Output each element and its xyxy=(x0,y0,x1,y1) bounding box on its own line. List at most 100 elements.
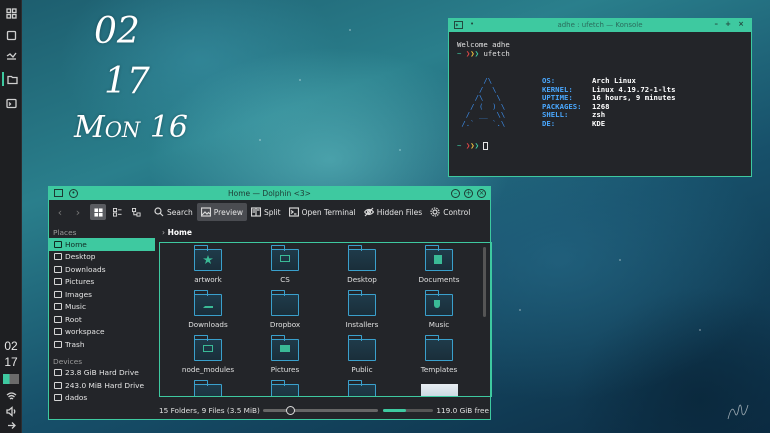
minimize-icon[interactable]: – xyxy=(451,189,460,198)
compact-view-button[interactable] xyxy=(109,204,125,220)
file-item-downloads[interactable]: Downloads xyxy=(170,290,246,329)
search-button[interactable]: Search xyxy=(150,203,197,221)
places-panel: Places Home Desktop Downloads Pictures I… xyxy=(49,224,156,419)
maximize-icon[interactable]: + xyxy=(725,20,731,28)
split-icon xyxy=(250,207,261,217)
music-icon xyxy=(54,303,62,311)
grid-icon[interactable] xyxy=(4,6,18,20)
file-item-partial[interactable] xyxy=(247,380,323,396)
file-item-artwork[interactable]: artwork xyxy=(170,245,246,284)
folder-icon xyxy=(424,245,453,271)
zoom-slider[interactable] xyxy=(263,406,378,415)
fetch-info: OS: Arch Linux KERNEL: Linux 4.19.72-1-lts… xyxy=(542,76,675,129)
file-item-partial[interactable] xyxy=(324,380,400,396)
window-icon[interactable] xyxy=(4,28,18,42)
dolphin-title: Home — Dolphin <3> xyxy=(228,189,311,198)
hidden-files-label: Hidden Files xyxy=(376,207,423,217)
vertical-scrollbar[interactable] xyxy=(483,247,486,317)
file-item-installers[interactable]: Installers xyxy=(324,290,400,329)
file-label: Pictures xyxy=(270,365,300,374)
file-label: CS xyxy=(280,275,290,284)
device-item[interactable]: 243.0 MiB Hard Drive xyxy=(49,379,156,392)
places-item-root[interactable]: Root xyxy=(49,313,156,326)
zoom-slider-handle[interactable] xyxy=(286,406,295,415)
hidden-files-button[interactable]: Hidden Files xyxy=(360,203,426,221)
places-item-home[interactable]: Home xyxy=(49,238,155,251)
image-icon xyxy=(54,278,62,286)
icon-grid[interactable]: artwork CS Desktop Documents Downloads D… xyxy=(159,242,492,397)
terminal-output[interactable]: Welcome adhe ~ ❯❯❯ ufetch xyxy=(449,32,751,58)
file-item-templates[interactable]: Templates xyxy=(401,335,477,374)
file-item-pictures[interactable]: Pictures xyxy=(247,335,323,374)
konsole-titlebar[interactable]: • adhe : ufetch — Konsole – + × xyxy=(449,19,751,32)
minimize-icon[interactable]: – xyxy=(715,20,719,28)
file-item-partial[interactable] xyxy=(170,380,246,396)
back-arrow-icon[interactable]: ‹ xyxy=(51,206,69,219)
file-label: Installers xyxy=(345,320,379,329)
arch-logo: /\ / \ /\ \ / ( ) \ / __ \\ /.` `.\ xyxy=(461,76,506,128)
places-item-workspace[interactable]: workspace xyxy=(49,326,156,339)
device-label: 243.0 MiB Hard Drive xyxy=(65,380,145,390)
search-label: Search xyxy=(167,207,193,217)
places-item-label: Music xyxy=(65,302,87,312)
maximize-icon[interactable]: + xyxy=(464,189,473,198)
download-icon xyxy=(54,265,62,273)
panel-clock-minute[interactable]: 17 xyxy=(0,356,22,368)
places-item-trash[interactable]: Trash xyxy=(49,338,156,351)
icons-view-button[interactable] xyxy=(90,204,106,220)
file-item-cs[interactable]: CS xyxy=(247,245,323,284)
split-button[interactable]: Split xyxy=(247,203,285,221)
root-icon xyxy=(54,315,62,323)
places-item-label: workspace xyxy=(65,327,105,337)
folder-icon xyxy=(424,290,453,316)
hard-drive-icon xyxy=(54,369,62,377)
panel-clock-hour[interactable]: 02 xyxy=(0,340,22,352)
places-item-label: Root xyxy=(65,314,82,324)
activity-icon[interactable] xyxy=(4,48,18,62)
file-label: Documents xyxy=(418,275,460,284)
places-item-desktop[interactable]: Desktop xyxy=(49,251,156,264)
wifi-icon[interactable] xyxy=(4,389,18,403)
info-key: DE: xyxy=(542,118,556,128)
volume-icon[interactable] xyxy=(4,404,18,418)
file-item-public[interactable]: Public xyxy=(324,335,400,374)
image-icon xyxy=(200,207,211,217)
places-item-music[interactable]: Music xyxy=(49,301,156,314)
places-item-label: Pictures xyxy=(65,277,95,287)
breadcrumb-home[interactable]: Home xyxy=(168,228,192,237)
device-item[interactable]: 23.8 GiB Hard Drive xyxy=(49,367,156,380)
places-item-pictures[interactable]: Pictures xyxy=(49,276,156,289)
file-item-music[interactable]: Music xyxy=(401,290,477,329)
close-icon[interactable]: × xyxy=(477,189,486,198)
file-item-node-modules[interactable]: node_modules xyxy=(170,335,246,374)
hard-drive-icon xyxy=(54,381,62,389)
file-item-dropbox[interactable]: Dropbox xyxy=(247,290,323,329)
details-view-button[interactable] xyxy=(128,204,144,220)
taskbar-konsole-button[interactable] xyxy=(4,96,18,110)
places-item-downloads[interactable]: Downloads xyxy=(49,263,156,276)
open-terminal-button[interactable]: Open Terminal xyxy=(285,203,360,221)
pager-widget[interactable] xyxy=(3,374,19,384)
forward-arrow-icon[interactable]: › xyxy=(69,206,87,219)
device-item[interactable]: dados xyxy=(49,392,156,405)
preview-button[interactable]: Preview xyxy=(196,203,247,221)
control-button[interactable]: Control xyxy=(426,203,474,221)
dolphin-titlebar[interactable]: • Home — Dolphin <3> – + × xyxy=(49,187,490,200)
dolphin-window[interactable]: • Home — Dolphin <3> – + × ‹ › Search Pr… xyxy=(48,186,492,420)
prompt-line[interactable]: ~ ❯❯❯ xyxy=(457,141,489,150)
breadcrumb[interactable]: › Home xyxy=(158,224,490,240)
search-icon xyxy=(154,207,164,217)
expand-arrow-icon[interactable] xyxy=(4,418,18,432)
compact-view-icon xyxy=(112,207,122,217)
desktop-clock-hour: 02 xyxy=(94,11,140,52)
close-icon[interactable]: × xyxy=(738,20,744,28)
places-item-images[interactable]: Images xyxy=(49,288,156,301)
taskbar-dolphin-button[interactable] xyxy=(2,72,20,86)
file-item-documents[interactable]: Documents xyxy=(401,245,477,284)
split-label: Split xyxy=(263,207,281,217)
image-thumbnail[interactable] xyxy=(421,384,458,396)
konsole-window[interactable]: • adhe : ufetch — Konsole – + × Welcome … xyxy=(448,18,752,177)
file-label: Music xyxy=(428,320,450,329)
control-label: Control xyxy=(443,207,471,217)
file-item-desktop[interactable]: Desktop xyxy=(324,245,400,284)
